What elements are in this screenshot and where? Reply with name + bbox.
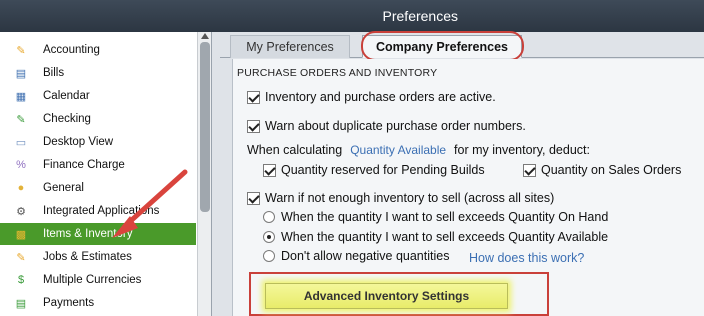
- advanced-inventory-settings-button[interactable]: Advanced Inventory Settings: [265, 283, 508, 309]
- qty-on-sales-orders-row[interactable]: Quantity on Sales Orders: [523, 163, 681, 177]
- sidebar-item-label: Multiple Currencies: [43, 274, 142, 286]
- warn-not-enough-checkbox[interactable]: [247, 191, 260, 205]
- sidebar-item[interactable]: ▩ Items & Inventory: [0, 223, 196, 245]
- warn-duplicate-po-checkbox[interactable]: [247, 119, 260, 133]
- sidebar-item[interactable]: ✎ Jobs & Estimates: [0, 246, 196, 268]
- warn-not-enough-row[interactable]: Warn if not enough inventory to sell (ac…: [247, 191, 554, 205]
- sidebar-item-label: Bills: [43, 67, 65, 79]
- calendar-icon: ▦: [15, 90, 27, 103]
- sidebar-item-label: Payments: [43, 297, 95, 309]
- checking-icon: ✎: [16, 113, 26, 126]
- window-title: Preferences: [382, 8, 458, 24]
- sidebar-item[interactable]: ⚙ Integrated Applications: [0, 200, 196, 222]
- qty-on-sales-orders-label: Quantity on Sales Orders: [541, 163, 682, 177]
- scroll-up-arrow-icon[interactable]: [201, 33, 209, 39]
- when-calculating-suffix: for my inventory, deduct:: [454, 143, 590, 157]
- sidebar-item[interactable]: ▦ Calendar: [0, 85, 196, 107]
- warn-duplicate-po-row[interactable]: Warn about duplicate purchase order numb…: [247, 119, 526, 133]
- sidebar-item-label: Finance Charge: [43, 159, 125, 171]
- qty-reserved-pending-label: Quantity reserved for Pending Builds: [281, 163, 485, 177]
- sidebar-item[interactable]: ✎ Checking: [0, 108, 196, 130]
- items-inventory-icon: ▩: [15, 228, 27, 241]
- sidebar-item[interactable]: $ Multiple Currencies: [0, 269, 196, 291]
- radio-on-hand-label: When the quantity I want to sell exceeds…: [281, 210, 609, 224]
- sidebar-item-label: Items & Inventory: [43, 228, 133, 240]
- radio-no-negative-label: Don't allow negative quantities: [281, 249, 450, 263]
- sidebar-scrollbar[interactable]: [197, 32, 211, 316]
- inventory-active-checkbox[interactable]: [247, 90, 260, 104]
- qty-on-sales-orders-checkbox[interactable]: [523, 163, 536, 177]
- section-title: PURCHASE ORDERS AND INVENTORY: [237, 67, 438, 79]
- radio-no-negative[interactable]: [263, 250, 275, 262]
- inventory-active-row[interactable]: Inventory and purchase orders are active…: [247, 90, 496, 104]
- radio-no-negative-row[interactable]: Don't allow negative quantities: [263, 249, 449, 263]
- bills-icon: ▤: [15, 67, 27, 80]
- sidebar-item-label: Checking: [43, 113, 91, 125]
- warn-duplicate-po-label: Warn about duplicate purchase order numb…: [265, 119, 526, 133]
- sidebar-item[interactable]: ▭ Desktop View: [0, 131, 196, 153]
- window-titlebar: Preferences: [0, 0, 704, 32]
- qty-reserved-pending-row[interactable]: Quantity reserved for Pending Builds: [263, 163, 485, 177]
- tab-bar: My Preferences Company Preferences: [220, 31, 704, 61]
- desktop-view-icon: ▭: [15, 136, 27, 149]
- tab-my-preferences[interactable]: My Preferences: [230, 35, 350, 58]
- radio-on-hand[interactable]: [263, 211, 275, 223]
- how-does-this-work-link[interactable]: How does this work?: [469, 251, 584, 265]
- radio-available-label: When the quantity I want to sell exceeds…: [281, 230, 609, 244]
- general-icon: ●: [17, 182, 25, 194]
- sidebar-item-label: Jobs & Estimates: [43, 251, 132, 263]
- sidebar-item-label: General: [43, 182, 84, 194]
- sidebar-item[interactable]: ▤ Payments: [0, 292, 196, 314]
- payments-icon: ▤: [15, 297, 27, 310]
- accounting-icon: ✎: [16, 44, 26, 57]
- sidebar-item-label: Integrated Applications: [43, 205, 160, 217]
- sidebar-item[interactable]: ▤ Bills: [0, 62, 196, 84]
- inventory-active-label: Inventory and purchase orders are active…: [265, 90, 496, 104]
- sidebar-item[interactable]: ● General: [0, 177, 196, 199]
- sidebar-item-label: Desktop View: [43, 136, 114, 148]
- integrated-applications-icon: ⚙: [16, 205, 26, 218]
- preferences-content: My Preferences Company Preferences PURCH…: [212, 31, 704, 316]
- preferences-sidebar: ✎ Accounting ▤ Bills ▦ Calendar ✎ Checking ▭ Desk…: [0, 32, 212, 316]
- scrollbar-thumb[interactable]: [200, 42, 210, 212]
- qty-reserved-pending-checkbox[interactable]: [263, 163, 276, 177]
- help-link-row: How does this work?: [469, 251, 584, 265]
- radio-available[interactable]: [263, 231, 275, 243]
- quantity-available-dropdown[interactable]: Quantity Available: [350, 143, 446, 157]
- company-preferences-panel: PURCHASE ORDERS AND INVENTORY Inventory …: [232, 59, 704, 316]
- company-tab-highlight-ring: [361, 31, 524, 61]
- finance-charge-icon: %: [16, 159, 26, 171]
- jobs-estimates-icon: ✎: [16, 251, 26, 264]
- when-calculating-row: When calculating Quantity Available for …: [247, 143, 590, 157]
- sidebar-item[interactable]: ✎ Accounting: [0, 39, 196, 61]
- sidebar-item-label: Accounting: [43, 44, 100, 56]
- sidebar-item[interactable]: % Finance Charge: [0, 154, 196, 176]
- radio-on-hand-row[interactable]: When the quantity I want to sell exceeds…: [263, 210, 608, 224]
- sidebar-item-label: Calendar: [43, 90, 90, 102]
- when-calculating-prefix: When calculating: [247, 143, 343, 157]
- radio-available-row[interactable]: When the quantity I want to sell exceeds…: [263, 230, 608, 244]
- multiple-currencies-icon: $: [17, 274, 25, 286]
- warn-not-enough-label: Warn if not enough inventory to sell (ac…: [265, 191, 555, 205]
